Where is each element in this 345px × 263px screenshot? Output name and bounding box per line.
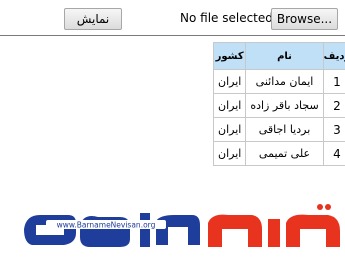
cell-name: علی تمیمی (245, 141, 324, 166)
cell-index: 3 (322, 117, 345, 142)
show-button[interactable]: نمایش (64, 8, 122, 30)
header-country: کشور (212, 42, 247, 70)
table-row: 1 ایمان مدائنی ایران (212, 69, 345, 94)
cell-country: ایران (212, 93, 247, 118)
cell-country: ایران (212, 69, 247, 94)
cell-index: 1 (322, 69, 345, 94)
data-table: ردیف نام کشور 1 ایمان مدائنی ایران 2 سجا… (212, 42, 345, 166)
cell-index: 4 (322, 141, 345, 166)
file-status-text: No file selected. (180, 11, 277, 25)
cell-name: سجاد باقر زاده (245, 93, 324, 118)
barnamenevisan-logo: www.BarnameNevisan.org (24, 204, 340, 247)
table-row: 2 سجاد باقر زاده ایران (212, 93, 345, 118)
header-index: ردیف (322, 42, 345, 70)
table-row: 4 علی تمیمی ایران (212, 141, 345, 166)
cell-index: 2 (322, 93, 345, 118)
logo-blue-letters (24, 215, 76, 245)
header-name: نام (245, 42, 324, 70)
browse-button[interactable]: Browse... (271, 8, 338, 30)
cell-name: بردیا اجاقی (245, 117, 324, 142)
divider (0, 35, 345, 36)
cell-name: ایمان مدائنی (245, 69, 324, 94)
table-header-row: ردیف نام کشور (212, 42, 345, 70)
cell-country: ایران (212, 117, 247, 142)
logo-red-letters (208, 214, 262, 247)
cell-country: ایران (212, 141, 247, 166)
table-row: 3 بردیا اجاقی ایران (212, 117, 345, 142)
logo-url-text: www.BarnameNevisan.org (57, 221, 156, 230)
